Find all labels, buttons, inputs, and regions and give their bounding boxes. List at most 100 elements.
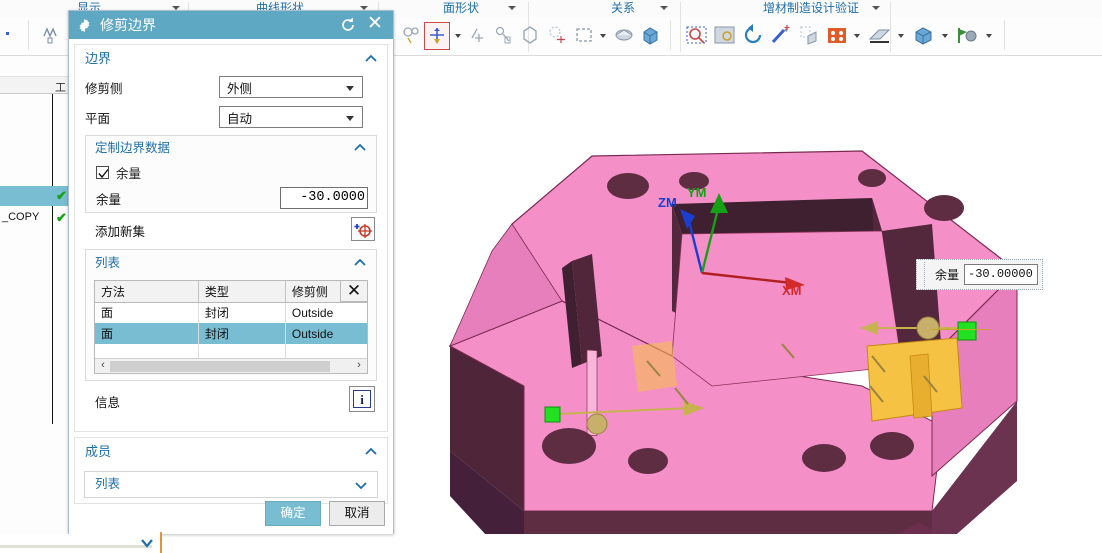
resource-tree-panel: 工 ✔ _COPY ✔ <box>0 56 72 534</box>
chevron-down-icon[interactable] <box>355 479 367 491</box>
plane-select[interactable]: 自动 <box>219 106 363 128</box>
bottom-accent-marker <box>160 532 162 553</box>
checkmark-icon: ✔ <box>56 210 67 225</box>
field-plane-label: 平面 <box>85 111 111 126</box>
dialog-title: 修剪边界 <box>100 17 156 33</box>
subsection-custom-boundary-data-header[interactable]: 定制边界数据 <box>86 136 376 160</box>
chevron-down-icon[interactable] <box>854 34 860 38</box>
tool-icon-resize-face[interactable] <box>492 22 518 50</box>
tool-icon-nest-parts[interactable] <box>796 22 822 50</box>
field-plane: 平面 自动 <box>85 103 377 131</box>
tool-icon-inspect-face[interactable] <box>712 22 738 50</box>
tool-icon-print-preview[interactable] <box>910 22 936 50</box>
members-list-header[interactable]: 列表 <box>84 471 378 498</box>
chevron-down-icon[interactable] <box>140 537 154 549</box>
trim-boundary-dialog[interactable]: 修剪边界 ✕ 边界 修剪侧 外侧 平面 自动 定制边界数据 余量 余量 -30.… <box>68 10 394 534</box>
dialog-buttons: 确定 取消 <box>265 501 385 526</box>
info-icon: i <box>353 390 371 408</box>
list-item[interactable]: _COPY ✔ <box>0 208 72 228</box>
chevron-up-icon[interactable] <box>354 257 366 269</box>
tool-icon-slice[interactable] <box>866 22 892 50</box>
annotation-drag-handle[interactable] <box>919 262 925 287</box>
column-header-type[interactable]: 类型 <box>198 281 286 303</box>
divider <box>1004 20 1005 50</box>
chevron-down-icon[interactable] <box>986 34 992 38</box>
list-item[interactable] <box>0 126 72 146</box>
chevron-down-icon[interactable] <box>872 6 880 10</box>
tool-icon-inspect-region[interactable] <box>684 22 710 50</box>
close-icon[interactable]: ✕ <box>366 14 384 33</box>
subsection-custom-boundary-data-title: 定制边界数据 <box>95 141 171 155</box>
chevron-right-icon[interactable]: › <box>352 359 366 373</box>
on-screen-input-annotation[interactable]: 余量 -30.00000 <box>916 259 1044 290</box>
chevron-down-icon[interactable] <box>346 116 354 121</box>
divider <box>670 20 671 50</box>
chevron-down-icon[interactable] <box>898 34 904 38</box>
list-item[interactable] <box>0 100 72 120</box>
ok-button[interactable]: 确定 <box>265 501 321 526</box>
checkmark-icon: ✔ <box>56 188 67 203</box>
chevron-up-icon[interactable] <box>354 142 366 154</box>
boundary-list-table[interactable]: 方法 类型 修剪侧 面 封闭 Outside 面 封闭 Outside ✕ ‹ … <box>94 280 368 374</box>
delete-entry-button[interactable]: ✕ <box>340 281 367 302</box>
list-item-selected[interactable]: ✔ <box>0 186 72 206</box>
add-new-set-button[interactable] <box>351 217 375 241</box>
reset-icon[interactable] <box>339 16 357 34</box>
chevron-down-icon[interactable] <box>508 6 516 10</box>
stock-value-input[interactable]: -30.0000 <box>280 187 368 209</box>
chevron-up-icon[interactable] <box>365 446 377 458</box>
tool-icon-add-support[interactable] <box>768 22 794 50</box>
ribbon-group-label-am-validation[interactable]: 增材制造设计验证 <box>706 0 916 17</box>
tool-icon-move-face-active[interactable] <box>424 22 450 50</box>
section-members-header[interactable]: 成员 <box>75 438 387 466</box>
scrollbar-thumb[interactable] <box>110 361 330 372</box>
table-row-selected[interactable]: 面 封闭 Outside <box>95 323 367 344</box>
tool-icon-reorient[interactable] <box>740 22 766 50</box>
list-item[interactable] <box>0 276 72 296</box>
section-members-title: 成员 <box>85 444 112 459</box>
info-button[interactable]: i <box>349 386 375 412</box>
chevron-down-icon[interactable] <box>346 86 354 91</box>
tool-icon-solid-box[interactable] <box>638 22 664 50</box>
subsection-list-header[interactable]: 列表 <box>86 250 376 276</box>
subsection-list-title: 列表 <box>95 256 121 270</box>
cell-method: 面 <box>95 302 199 323</box>
horizontal-scrollbar[interactable]: ‹ › <box>95 358 367 373</box>
add-target-icon <box>354 224 372 238</box>
table-row[interactable]: 面 封闭 Outside <box>95 302 367 323</box>
table-header-row: 方法 类型 修剪侧 <box>95 281 367 303</box>
divider <box>28 20 29 50</box>
section-boundary-header[interactable]: 边界 <box>75 45 387 73</box>
tool-icon-a[interactable] <box>2 22 28 50</box>
field-stock-label: 余量 <box>96 192 122 207</box>
tool-icon-build-tray[interactable] <box>824 22 850 50</box>
chevron-up-icon[interactable] <box>365 53 377 65</box>
dialog-titlebar[interactable]: 修剪边界 ✕ <box>69 11 393 39</box>
chevron-down-icon[interactable] <box>942 34 948 38</box>
tool-icon-face-a[interactable] <box>400 22 426 50</box>
list-item[interactable] <box>0 152 72 172</box>
tool-icon-select-rect[interactable] <box>572 22 598 50</box>
subsection-custom-boundary-data: 定制边界数据 余量 余量 -30.0000 <box>85 135 377 213</box>
trim-side-select[interactable]: 外侧 <box>219 76 363 98</box>
tool-icon-pattern-face[interactable] <box>546 22 572 50</box>
list-item[interactable] <box>0 242 72 262</box>
column-header-method[interactable]: 方法 <box>95 281 199 303</box>
stock-checkbox[interactable] <box>96 165 109 179</box>
chevron-down-icon[interactable] <box>660 6 668 10</box>
cell-type: 封闭 <box>198 323 286 344</box>
chevron-down-icon[interactable] <box>455 34 461 38</box>
tool-icon-curve-extract[interactable] <box>40 22 66 50</box>
annotation-value-input[interactable]: -30.00000 <box>964 264 1039 285</box>
tool-icon-analyze-result[interactable] <box>954 22 980 50</box>
tool-icon-shell-body[interactable] <box>612 22 638 50</box>
tool-icon-hexagon[interactable] <box>518 22 544 50</box>
ribbon-group-label-relation[interactable]: 关系 <box>548 0 698 17</box>
tool-icon-offset-face[interactable] <box>466 22 492 50</box>
plane-value: 自动 <box>227 111 253 126</box>
chevron-left-icon[interactable]: ‹ <box>96 359 110 373</box>
cell-trim-side: Outside <box>285 323 367 344</box>
section-boundary-title: 边界 <box>85 51 112 66</box>
chevron-down-icon[interactable] <box>600 34 606 38</box>
cancel-button[interactable]: 取消 <box>329 501 385 526</box>
